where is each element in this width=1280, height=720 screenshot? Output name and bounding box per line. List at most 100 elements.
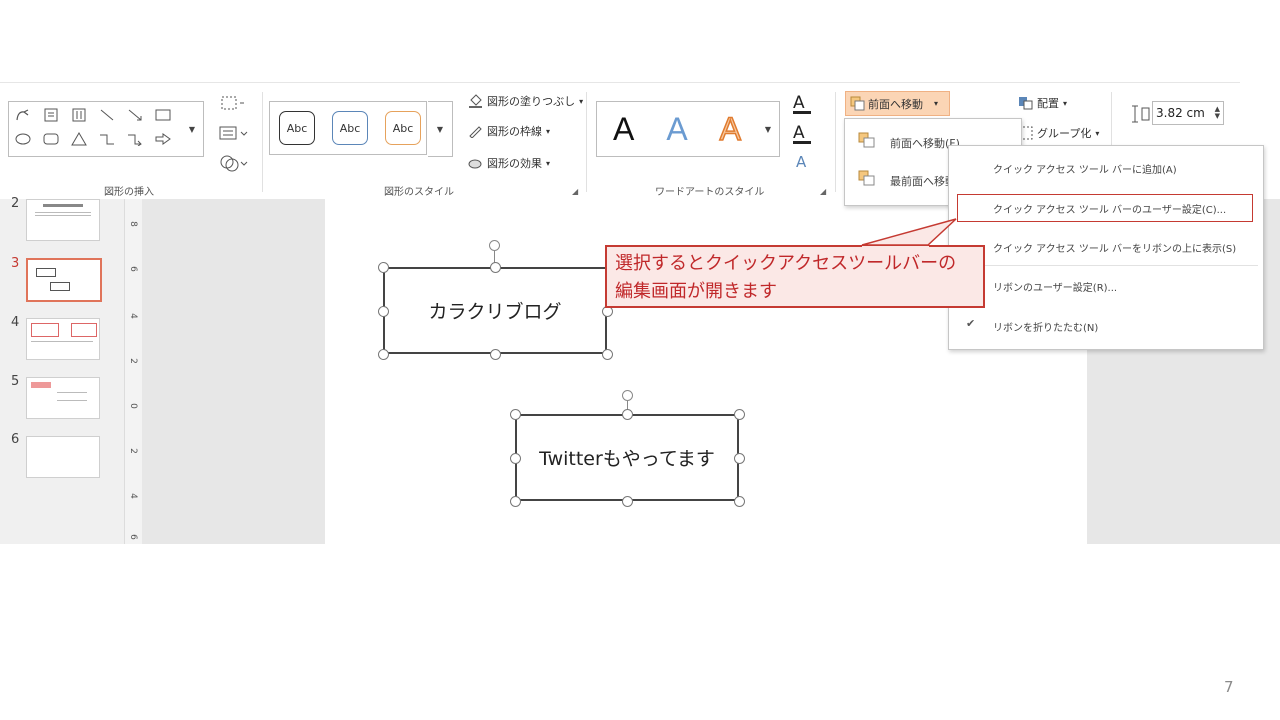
group-separator — [262, 92, 263, 192]
resize-handle[interactable] — [602, 349, 613, 360]
style-sample-dark[interactable]: Abc — [279, 111, 315, 145]
block-arrow-icon[interactable] — [153, 130, 173, 148]
shape-height-input[interactable]: 3.82 cm ▲ ▼ — [1152, 101, 1224, 125]
resize-handle[interactable] — [490, 262, 501, 273]
ruler-mark: 2 — [127, 358, 138, 364]
resize-handle[interactable] — [734, 496, 745, 507]
show-qat-above-ribbon-item[interactable]: クイック アクセス ツール バーをリボンの上に表示(S) — [993, 240, 1236, 255]
callout-pointer-cover — [862, 246, 929, 249]
resize-handle[interactable] — [490, 349, 501, 360]
customize-qat-item[interactable]: クイック アクセス ツール バーのユーザー設定(C)... — [993, 201, 1226, 216]
text-shape-2[interactable]: Twitterもやってます — [515, 414, 739, 501]
page-number: 7 — [1224, 678, 1234, 696]
text-outline-icon[interactable]: A — [793, 123, 811, 144]
vertical-textbox-icon[interactable] — [69, 106, 89, 124]
checkmark-icon: ✔ — [966, 317, 976, 330]
oval-shape-icon[interactable] — [13, 130, 33, 148]
text-fill-icon[interactable]: A — [793, 93, 811, 114]
shape-height-value: 3.82 cm — [1156, 106, 1205, 120]
resize-handle[interactable] — [378, 306, 389, 317]
bring-forward-item-icon — [858, 132, 876, 152]
shapes-gallery[interactable] — [8, 101, 182, 157]
group-separator — [586, 92, 587, 192]
slide-thumbnail-4[interactable] — [26, 318, 100, 360]
shape-outline-button[interactable]: 図形の枠線 ▾ — [468, 123, 550, 139]
shape-effects-button[interactable]: 図形の効果 ▾ — [468, 155, 550, 171]
callout-line-2: 編集画面が開きます — [615, 281, 777, 302]
style-sample-blue[interactable]: Abc — [332, 111, 368, 145]
shapes-gallery-more-button[interactable]: ▼ — [181, 101, 204, 157]
wordart-more-button[interactable]: ▼ — [757, 101, 780, 157]
shape-outline-label: 図形の枠線 — [487, 125, 542, 138]
text-shape-1[interactable]: カラクリブログ — [383, 267, 607, 354]
rectangle-shape-icon[interactable] — [153, 106, 173, 124]
thumbnail-number: 3 — [11, 256, 20, 271]
shape-2-text: Twitterもやってます — [539, 448, 715, 470]
bring-to-front-menu-item[interactable]: 最前面へ移動 — [890, 173, 956, 189]
rotate-handle[interactable] — [622, 390, 633, 401]
style-sample-orange[interactable]: Abc — [385, 111, 421, 145]
thumbnail-number: 2 — [11, 196, 20, 211]
freeform-shape-icon[interactable] — [13, 106, 33, 124]
wordart-orange-a[interactable]: A — [719, 110, 742, 148]
textbox-shape-icon[interactable] — [41, 106, 61, 124]
shape-fill-button[interactable]: 図形の塗りつぶし ▾ — [468, 93, 583, 109]
insert-shapes-group-label: 図形の挿入 — [104, 187, 154, 198]
triangle-shape-icon[interactable] — [69, 130, 89, 148]
wordart-blue-a[interactable]: A — [666, 111, 687, 148]
resize-handle[interactable] — [734, 409, 745, 420]
ruler-mark: 6 — [127, 534, 138, 540]
bring-forward-icon — [850, 96, 865, 111]
bring-to-front-item-icon — [858, 170, 876, 190]
ruler-mark: 8 — [127, 221, 138, 227]
elbow-connector-icon[interactable] — [97, 130, 117, 148]
dialog-launcher-icon[interactable]: ◢ — [572, 187, 578, 196]
spin-arrows-icon[interactable]: ▲ ▼ — [1215, 106, 1223, 120]
text-effects-icon[interactable]: A — [796, 153, 806, 171]
callout-line-1: 選択するとクイックアクセスツールバーの — [615, 253, 957, 274]
elbow-arrow-icon[interactable] — [125, 130, 145, 148]
resize-handle[interactable] — [622, 409, 633, 420]
ruler-mark: 4 — [127, 493, 138, 499]
shape-styles-gallery[interactable]: Abc Abc Abc — [269, 101, 427, 155]
wordart-group-label: ワードアートのスタイル — [655, 187, 765, 198]
resize-handle[interactable] — [734, 453, 745, 464]
slide-thumbnail-2[interactable] — [26, 199, 100, 241]
arrange-button[interactable]: 配置 ▾ — [1018, 95, 1067, 111]
resize-handle[interactable] — [622, 496, 633, 507]
rotate-handle[interactable] — [489, 240, 500, 251]
vertical-ruler: 8 6 4 2 0 2 4 6 — [124, 199, 144, 544]
arrange-icon — [1019, 97, 1033, 110]
slide-thumbnail-5[interactable] — [26, 377, 100, 419]
resize-handle[interactable] — [378, 262, 389, 273]
pencil-icon — [469, 126, 482, 138]
resize-handle[interactable] — [510, 496, 521, 507]
collapse-ribbon-item[interactable]: リボンを折りたたむ(N) — [993, 319, 1098, 334]
resize-handle[interactable] — [378, 349, 389, 360]
slide-thumbnail-3-selected[interactable] — [26, 258, 102, 302]
bring-forward-button[interactable]: 前面へ移動 ▾ — [845, 91, 950, 116]
add-to-qat-item[interactable]: クイック アクセス ツール バーに追加(A) — [993, 161, 1177, 176]
resize-handle[interactable] — [510, 453, 521, 464]
group-label: グループ化 — [1037, 127, 1092, 140]
resize-handle[interactable] — [510, 409, 521, 420]
dialog-launcher-icon[interactable]: ◢ — [820, 187, 826, 196]
arrange-label: 配置 — [1037, 97, 1059, 110]
line-shape-icon[interactable] — [97, 106, 117, 124]
shape-styles-more-button[interactable]: ▼ — [428, 101, 453, 157]
wordart-gallery[interactable]: A A A — [596, 101, 758, 157]
shape-styles-group-label: 図形のスタイル — [384, 187, 454, 198]
ruler-mark: 2 — [127, 448, 138, 454]
customize-ribbon-item[interactable]: リボンのユーザー設定(R)... — [993, 279, 1117, 294]
merge-shapes-icon[interactable] — [218, 153, 248, 177]
slide-thumbnail-6[interactable] — [26, 436, 100, 478]
thumbnail-number: 6 — [11, 432, 20, 447]
edit-shape-icon[interactable] — [218, 94, 246, 116]
arrow-line-icon[interactable] — [125, 106, 145, 124]
rounded-rect-icon[interactable] — [41, 130, 61, 148]
group-button[interactable]: グループ化 ▾ — [1018, 125, 1099, 141]
bring-forward-label: 前面へ移動 — [868, 97, 923, 111]
textbox-icon[interactable] — [218, 124, 248, 146]
menu-separator — [984, 265, 1258, 266]
wordart-black-a[interactable]: A — [613, 111, 634, 148]
